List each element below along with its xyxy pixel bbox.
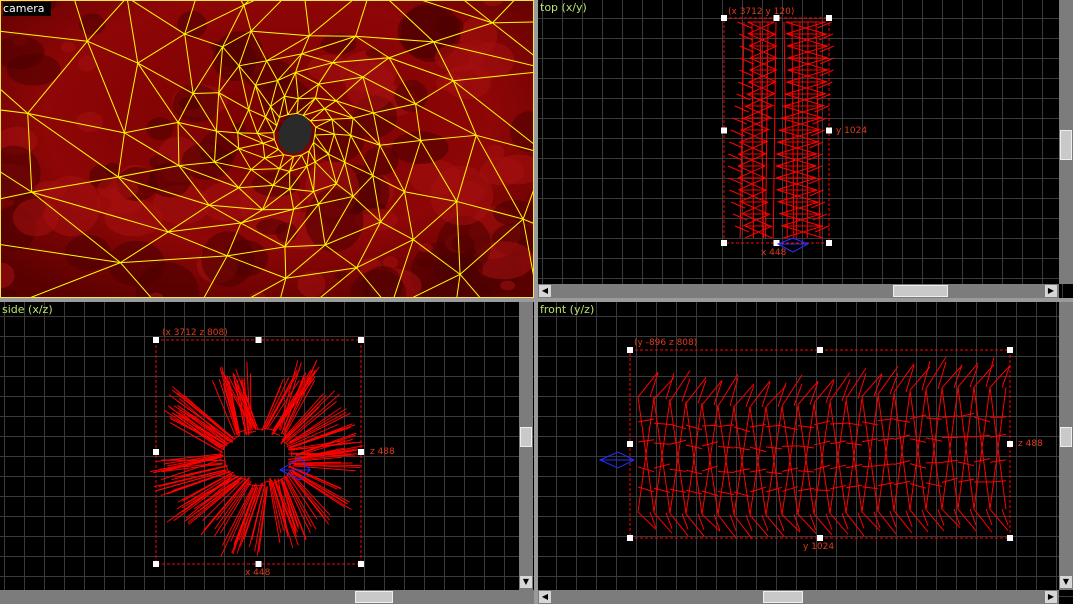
scroll-thumb[interactable] (355, 591, 393, 603)
side-viewport[interactable]: side (x/z) (x 3712 z 808) z 488 x 448 ▼ (0, 302, 534, 604)
selection-handle (826, 240, 832, 246)
front-grid (538, 302, 1073, 604)
top-vertical-scrollbar[interactable] (1059, 0, 1073, 284)
camera-render (1, 1, 533, 297)
brush-geometry (637, 356, 1011, 540)
side-horizontal-scrollbar[interactable] (0, 590, 534, 604)
selection-handle (153, 561, 159, 567)
top-x-size-label: x 448 (761, 248, 787, 258)
selection-handle (627, 535, 633, 541)
front-y-size-label: y 1024 (803, 542, 835, 552)
scroll-thumb[interactable] (763, 591, 803, 603)
front-vertical-scrollbar[interactable]: ▼ (1059, 302, 1073, 590)
selection-handle (358, 337, 364, 343)
scroll-left-arrow[interactable]: ◀ (539, 285, 551, 297)
top-y-size-label: y 1024 (836, 126, 868, 136)
selection-handle (826, 127, 832, 134)
selection-handle (358, 561, 364, 567)
top-viewport[interactable]: top (x/y) (x 3712 y 120) y 1024 x 448 ◀ … (538, 0, 1073, 298)
scroll-down-arrow[interactable]: ▼ (1060, 576, 1072, 588)
selection-handle (817, 347, 823, 353)
selection-handle (153, 337, 159, 343)
top-grid (538, 0, 1073, 298)
scroll-right-arrow[interactable]: ▶ (1045, 591, 1057, 603)
side-vertical-scrollbar[interactable]: ▼ (519, 302, 533, 590)
selection-handle (721, 15, 727, 21)
top-title: top (x/y) (540, 1, 587, 14)
scroll-left-arrow[interactable]: ◀ (539, 591, 551, 603)
front-z-size-label: z 488 (1018, 439, 1043, 449)
front-viewport[interactable]: front (y/z) (y -896 z 808) z 488 y 1024 … (538, 302, 1073, 604)
front-horizontal-scrollbar[interactable]: ◀ ▶ (538, 590, 1059, 604)
selection-handle (773, 240, 780, 246)
top-horizontal-scrollbar[interactable]: ◀ ▶ (538, 284, 1059, 298)
camera-title: camera (3, 2, 51, 16)
selection-handle (358, 449, 364, 455)
brush-geometry (149, 359, 364, 557)
scroll-thumb[interactable] (1060, 130, 1072, 160)
selection-handle (1007, 535, 1013, 541)
selection-handle (627, 347, 633, 353)
selection-handle (153, 449, 159, 455)
selection-handle (826, 15, 832, 21)
grid-lines (0, 302, 534, 604)
scroll-thumb[interactable] (893, 285, 948, 297)
selection-handle (255, 337, 262, 343)
scroll-down-arrow[interactable]: ▼ (520, 576, 532, 588)
front-title: front (y/z) (540, 303, 595, 316)
selection-handle (1007, 441, 1013, 447)
front-origin-label: (y -896 z 808) (634, 338, 698, 348)
side-x-size-label: x 448 (245, 568, 271, 578)
selection-handle (627, 441, 633, 447)
side-grid (0, 302, 534, 604)
selection-handle (817, 535, 823, 541)
top-origin-label: (x 3712 y 120) (728, 7, 795, 17)
side-z-size-label: z 488 (370, 447, 395, 457)
selection-handle (1007, 347, 1013, 353)
selection-handle (721, 127, 727, 134)
camera-viewport[interactable]: camera (0, 0, 534, 298)
scroll-right-arrow[interactable]: ▶ (1045, 285, 1057, 297)
brush-geometry (727, 21, 835, 239)
grid-lines (538, 0, 1073, 298)
selection-handle (721, 240, 727, 246)
scroll-thumb[interactable] (1060, 427, 1072, 447)
side-title: side (x/z) (2, 303, 53, 316)
selection-handle (255, 561, 262, 567)
side-origin-label: (x 3712 z 808) (162, 328, 228, 338)
scroll-thumb[interactable] (520, 427, 532, 447)
